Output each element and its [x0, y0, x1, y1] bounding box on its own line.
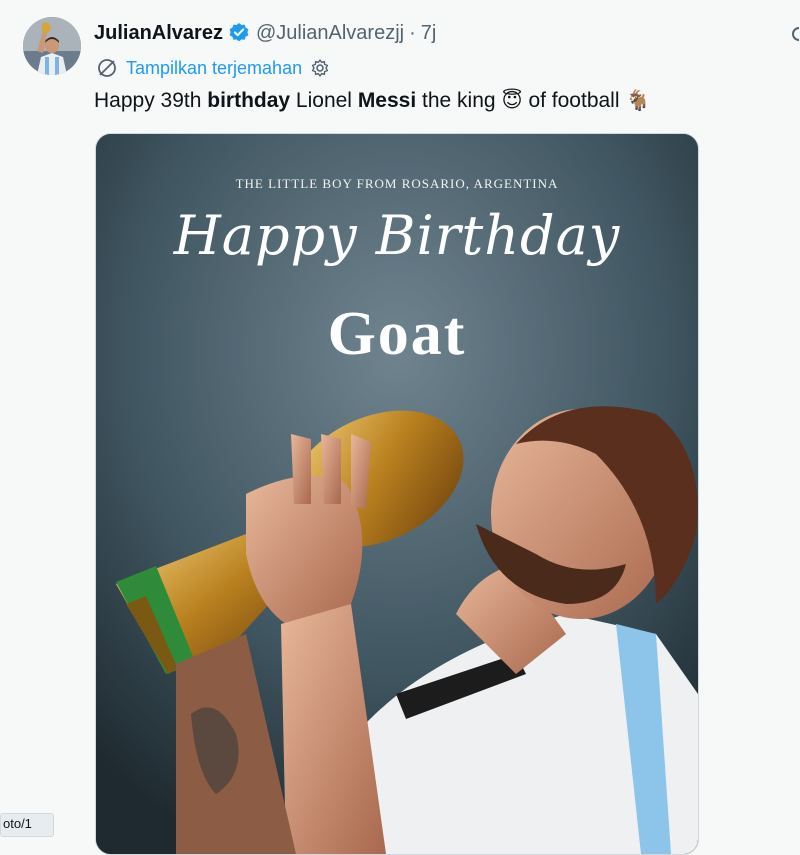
verified-badge-icon — [229, 23, 249, 42]
translate-icon — [98, 59, 116, 77]
tweet-header: JulianAlvarez @JulianAlvarezjj · 7j — [94, 18, 436, 48]
poster-headline: Happy Birthday — [173, 204, 621, 267]
text-part: Happy 39th — [94, 88, 208, 112]
tweet-text: Happy 39th birthday Lionel Messi the kin… — [94, 88, 656, 113]
text-bold: Messi — [357, 88, 417, 112]
author-name[interactable]: JulianAlvarez — [94, 22, 223, 45]
text-bold: birthday — [207, 88, 291, 112]
gear-icon[interactable] — [310, 58, 330, 78]
more-icon[interactable] — [790, 26, 800, 42]
poster-goat: Goat — [327, 300, 467, 368]
tweet[interactable]: JulianAlvarez @JulianAlvarezjj · 7j Tamp… — [0, 0, 800, 855]
text-part: Lionel — [290, 88, 358, 112]
timestamp[interactable]: 7j — [421, 22, 437, 45]
goat-emoji: 🐐 — [625, 90, 651, 112]
separator: · — [409, 21, 416, 44]
angel-emoji: 😇 — [501, 90, 523, 112]
status-url: oto/1 — [0, 813, 54, 837]
tweet-image[interactable]: THE LITTLE BOY FROM ROSARIO, ARGENTINA H… — [95, 133, 699, 855]
translate-label: Tampilkan terjemahan — [126, 57, 303, 78]
show-translation-link[interactable]: Tampilkan terjemahan — [96, 55, 330, 81]
avatar[interactable] — [23, 17, 81, 75]
author-handle[interactable]: @JulianAlvarezjj — [256, 22, 404, 45]
text-part: the king — [416, 88, 496, 112]
text-part: of football — [528, 88, 620, 112]
poster-subtitle: THE LITTLE BOY FROM ROSARIO, ARGENTINA — [235, 176, 559, 191]
